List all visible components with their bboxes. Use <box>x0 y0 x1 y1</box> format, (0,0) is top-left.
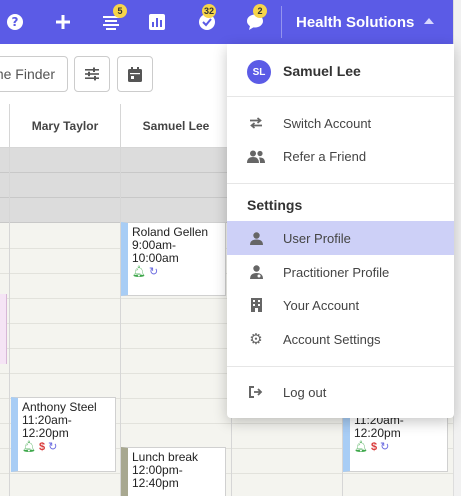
org-menu-button[interactable]: Health Solutions <box>296 0 414 44</box>
bell-icon: 🔔︎ <box>22 441 36 453</box>
user-icon <box>247 229 265 247</box>
page-scrollbar[interactable] <box>453 0 461 496</box>
recurring-icon: ↻ <box>148 266 159 278</box>
topbar-divider <box>281 6 282 38</box>
bell-icon: 🔔︎ <box>132 266 146 278</box>
swap-arrows-icon <box>247 114 265 132</box>
users-icon <box>247 147 265 165</box>
appointment-time-end: 12:20pm <box>354 426 401 440</box>
appointment-card[interactable]: Roland Gellen 9:00am- 10:00am 🔔︎ ↻ <box>121 222 226 296</box>
top-nav-bar: ? 5 32 2 Health Solutions <box>0 0 453 44</box>
chat-icon[interactable]: 2 <box>237 0 273 44</box>
menu-item-label: Switch Account <box>283 115 372 131</box>
menu-item-account-settings[interactable]: ⚙ Account Settings <box>227 322 454 356</box>
menu-item-your-account[interactable]: Your Account <box>227 288 454 322</box>
appointment-card[interactable]: Anthony Steel 11:20am- 12:20pm 🔔︎ $ ↻ <box>11 397 116 472</box>
sliders-icon <box>85 67 99 81</box>
avatar: SL <box>247 60 271 84</box>
lunch-break-block[interactable]: Lunch break 12:00pm- 12:40pm <box>121 447 226 496</box>
svg-text:?: ? <box>12 15 19 29</box>
messages-badge: 2 <box>253 4 267 18</box>
tasks-check-icon[interactable]: 32 <box>189 0 225 44</box>
calendar-button[interactable] <box>117 56 153 92</box>
filter-button[interactable] <box>74 56 110 92</box>
account-dropdown-menu: SL Samuel Lee Switch Account Refer a Fri… <box>227 44 454 418</box>
menu-item-label: Account Settings <box>283 331 381 347</box>
column-header-mary-taylor: Mary Taylor <box>31 119 99 133</box>
help-icon[interactable]: ? <box>0 0 33 44</box>
appointment-time-end: 12:40pm <box>132 476 179 490</box>
menu-item-log-out[interactable]: Log out <box>227 375 454 409</box>
gear-icon: ⚙ <box>249 331 263 348</box>
dropdown-user-name: Samuel Lee <box>283 63 361 79</box>
sign-out-icon <box>247 383 265 401</box>
appointment-block[interactable] <box>0 294 7 364</box>
recurring-icon: ↻ <box>48 441 58 453</box>
menu-item-switch-account[interactable]: Switch Account <box>227 106 454 140</box>
menu-item-label: Your Account <box>283 297 360 313</box>
column-header-samuel-lee: Samuel Lee <box>142 119 210 133</box>
app-root: ? 5 32 2 Health Solutions Time Finder <box>0 0 461 496</box>
menu-item-label: Practitioner Profile <box>283 264 390 280</box>
list-icon[interactable]: 5 <box>93 0 129 44</box>
tasks-badge: 32 <box>202 4 217 18</box>
menu-item-label: Log out <box>283 384 327 400</box>
chart-icon[interactable] <box>139 0 175 44</box>
practitioner-icon <box>247 263 265 281</box>
menu-item-user-profile[interactable]: User Profile <box>227 221 454 255</box>
recurring-icon: ↻ <box>380 441 390 453</box>
bell-icon: 🔔︎ <box>354 441 368 453</box>
add-icon[interactable] <box>45 0 81 44</box>
calendar-icon <box>128 66 142 82</box>
time-finder-button[interactable]: Time Finder <box>0 56 68 92</box>
menu-item-label: User Profile <box>283 230 351 246</box>
appointment-time-end: 12:20pm <box>22 426 69 440</box>
payment-icon: $ <box>370 441 378 453</box>
menu-item-refer-friend[interactable]: Refer a Friend <box>227 139 454 173</box>
caret-up-icon[interactable] <box>424 18 434 24</box>
payment-icon: $ <box>38 441 46 453</box>
settings-heading: Settings <box>247 197 303 213</box>
appointment-time-end: 10:00am <box>132 251 179 265</box>
menu-item-label: Refer a Friend <box>283 148 367 164</box>
dropdown-user-header: SL Samuel Lee <box>227 44 454 97</box>
building-icon <box>247 296 265 314</box>
menu-item-practitioner-profile[interactable]: Practitioner Profile <box>227 255 454 289</box>
list-badge: 5 <box>113 4 127 18</box>
